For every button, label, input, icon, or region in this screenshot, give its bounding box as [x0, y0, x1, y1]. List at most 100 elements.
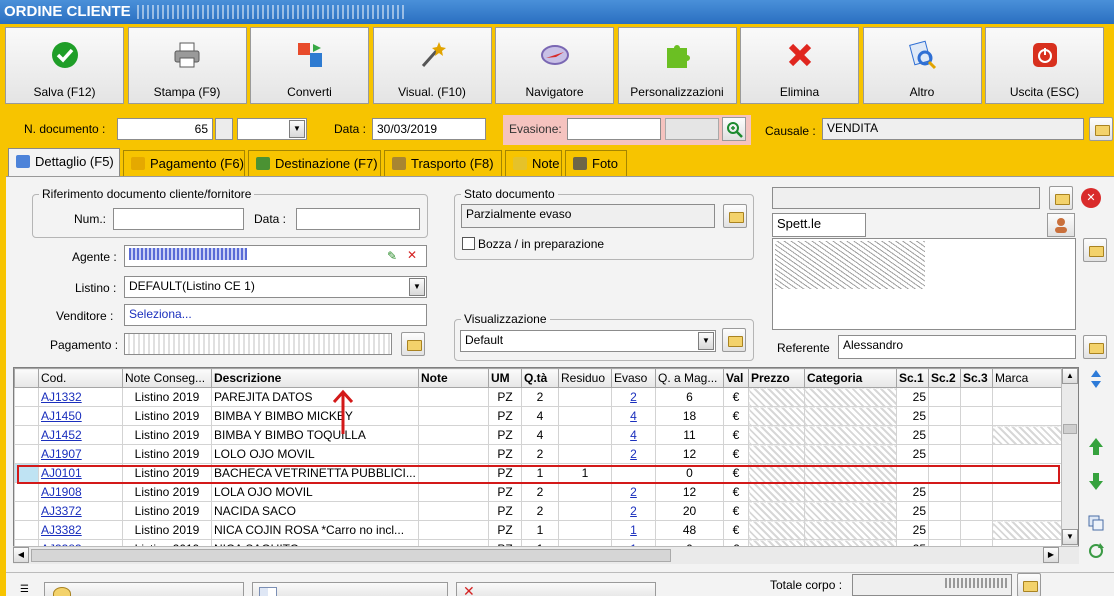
table-row[interactable]: AJ1908 Listino 2019 LOLA OJO MOVIL PZ 2 2 12 €2… — [14, 482, 1073, 502]
elimina-button[interactable]: Elimina — [740, 27, 859, 104]
move-row-button[interactable] — [1087, 368, 1105, 390]
cell-cod[interactable]: AJ1908 — [38, 482, 123, 502]
personalizzazioni-button[interactable]: Personalizzazioni — [617, 27, 737, 104]
tab-destinazione[interactable]: Destinazione (F7) — [248, 150, 381, 176]
table-row[interactable]: AJ3382 Listino 2019 NICA COJIN ROSA *Carro… — [14, 520, 1073, 540]
visual-button[interactable]: Visual. (F10) — [372, 27, 492, 104]
column-header[interactable]: Sc.2 — [928, 368, 961, 388]
column-header[interactable]: Note — [418, 368, 489, 388]
scroll-thumb[interactable] — [1063, 424, 1077, 434]
table-row[interactable]: AJ1907 Listino 2019 LOLO OJO MOVIL PZ 2 2 12 €2… — [14, 444, 1073, 464]
cell-evaso[interactable]: 2 — [611, 482, 656, 502]
column-header[interactable]: Q.tà — [521, 368, 559, 388]
stato-folder-button[interactable] — [723, 204, 747, 228]
column-header[interactable]: Residuo — [558, 368, 612, 388]
bottom-button-3[interactable]: ✕ — [456, 582, 656, 596]
cliente-name-field[interactable] — [772, 187, 1040, 209]
stampa-button[interactable]: Stampa (F9) — [127, 27, 247, 104]
visualizzazione-select[interactable]: Default ▼ — [460, 330, 716, 352]
rif-data-input[interactable] — [296, 208, 420, 230]
column-header[interactable]: Evaso — [611, 368, 656, 388]
data-input[interactable] — [372, 118, 486, 140]
uscita-button[interactable]: Uscita (ESC) — [985, 27, 1104, 104]
move-up-button[interactable] — [1087, 436, 1105, 458]
cell-cod[interactable]: AJ3382 — [38, 520, 123, 540]
hscroll-thumb[interactable] — [31, 549, 671, 562]
evasione-input[interactable] — [567, 118, 661, 140]
pagamento-folder-button[interactable] — [401, 332, 425, 356]
pagamento-field[interactable] — [124, 333, 392, 355]
referente-folder-button[interactable] — [1083, 335, 1107, 359]
column-header[interactable]: Categoria — [804, 368, 897, 388]
contact-person-button[interactable] — [1047, 213, 1075, 237]
cell-cod[interactable]: AJ1907 — [38, 444, 123, 464]
table-row[interactable]: AJ3372 Listino 2019 NACIDA SACO PZ 2 2 20 €25 — [14, 501, 1073, 521]
grid-horizontal-scrollbar[interactable]: ◀ ▶ — [13, 546, 1079, 564]
cliente-address-box[interactable] — [772, 238, 1076, 330]
list-icon[interactable]: ☰ — [20, 584, 29, 595]
column-header[interactable]: Sc.1 — [896, 368, 929, 388]
cell-evaso[interactable]: 4 — [611, 425, 656, 445]
scroll-down-icon[interactable]: ▼ — [1062, 529, 1078, 545]
cell-cod[interactable]: AJ1452 — [38, 425, 123, 445]
bottom-button-1[interactable] — [44, 582, 244, 596]
bozza-checkbox[interactable] — [462, 237, 475, 250]
column-header[interactable]: Note Conseg... — [122, 368, 212, 388]
column-header[interactable]: Prezzo — [748, 368, 805, 388]
cell-evaso[interactable]: 1 — [611, 520, 656, 540]
column-header[interactable]: Q. a Mag... — [655, 368, 724, 388]
salva-button[interactable]: Salva (F12) — [5, 27, 124, 104]
column-header[interactable]: Sc.3 — [960, 368, 993, 388]
tab-trasporto[interactable]: Trasporto (F8) — [384, 150, 502, 176]
causale-field[interactable]: VENDITA — [822, 118, 1084, 140]
listino-select[interactable]: DEFAULT(Listino CE 1) ▼ — [124, 276, 427, 298]
salutation-field[interactable]: Spett.le — [772, 213, 866, 237]
move-down-button[interactable] — [1087, 470, 1105, 492]
cliente-folder-button[interactable] — [1049, 186, 1073, 210]
chevron-down-icon[interactable]: ▼ — [698, 332, 714, 350]
column-header[interactable]: Val — [723, 368, 749, 388]
tab-pagamento[interactable]: Pagamento (F6) — [123, 150, 245, 176]
cell-cod[interactable]: AJ0101 — [38, 463, 123, 483]
cliente-remove-icon[interactable]: ✕ — [1081, 188, 1101, 208]
column-header[interactable]: Cod. — [38, 368, 123, 388]
zoom-search-button[interactable] — [722, 117, 746, 141]
address-folder-button[interactable] — [1083, 238, 1107, 262]
scroll-left-icon[interactable]: ◀ — [13, 547, 29, 563]
cell-evaso[interactable] — [611, 463, 656, 483]
rif-num-input[interactable] — [113, 208, 244, 230]
table-row[interactable]: AJ1452 Listino 2019 BIMBA Y BIMBO TOQUILLA… — [14, 425, 1073, 445]
table-row[interactable]: AJ0101 Listino 2019 BACHECA VETRINETTA PUB… — [14, 463, 1073, 483]
bottom-button-2[interactable] — [252, 582, 448, 596]
totale-folder-button[interactable] — [1017, 573, 1041, 596]
navigatore-button[interactable]: Navigatore — [495, 27, 614, 104]
cell-evaso[interactable]: 2 — [611, 444, 656, 464]
converti-button[interactable]: Converti — [250, 27, 369, 104]
refresh-row-button[interactable] — [1087, 540, 1105, 562]
column-header[interactable]: Descrizione — [211, 368, 419, 388]
cell-cod[interactable]: AJ3372 — [38, 501, 123, 521]
ndoc-input[interactable] — [117, 118, 213, 140]
tab-note[interactable]: Note — [505, 150, 562, 176]
referente-field[interactable]: Alessandro — [838, 335, 1076, 359]
scroll-right-icon[interactable]: ▶ — [1043, 547, 1059, 563]
cell-cod[interactable]: AJ1332 — [38, 387, 123, 407]
chevron-down-icon[interactable]: ▼ — [289, 120, 305, 138]
venditore-field[interactable]: Seleziona... — [124, 304, 427, 326]
column-header[interactable]: UM — [488, 368, 522, 388]
chevron-down-icon[interactable]: ▼ — [409, 278, 425, 296]
clear-x-icon[interactable]: ✕ — [407, 248, 417, 262]
causale-folder-button[interactable] — [1089, 117, 1113, 141]
ndoc-series-select[interactable]: ▼ — [237, 118, 307, 140]
scroll-up-icon[interactable]: ▲ — [1062, 368, 1078, 384]
duplicate-row-button[interactable] — [1087, 512, 1105, 534]
table-row[interactable]: AJ1332 Listino 2019 PAREJITA DATOS PZ 2 2 6 €25 — [14, 387, 1073, 407]
grid-vertical-scrollbar[interactable]: ▲ ▼ — [1061, 368, 1078, 546]
tab-dettaglio[interactable]: Dettaglio (F5) — [8, 148, 120, 178]
agente-field[interactable] — [124, 245, 427, 267]
altro-button[interactable]: Altro — [862, 27, 982, 104]
cell-cod[interactable]: AJ1450 — [38, 406, 123, 426]
pencil-icon[interactable]: ✎ — [387, 249, 397, 263]
table-row[interactable]: AJ1450 Listino 2019 BIMBA Y BIMBO MICKEY PZ… — [14, 406, 1073, 426]
cell-evaso[interactable]: 2 — [611, 387, 656, 407]
